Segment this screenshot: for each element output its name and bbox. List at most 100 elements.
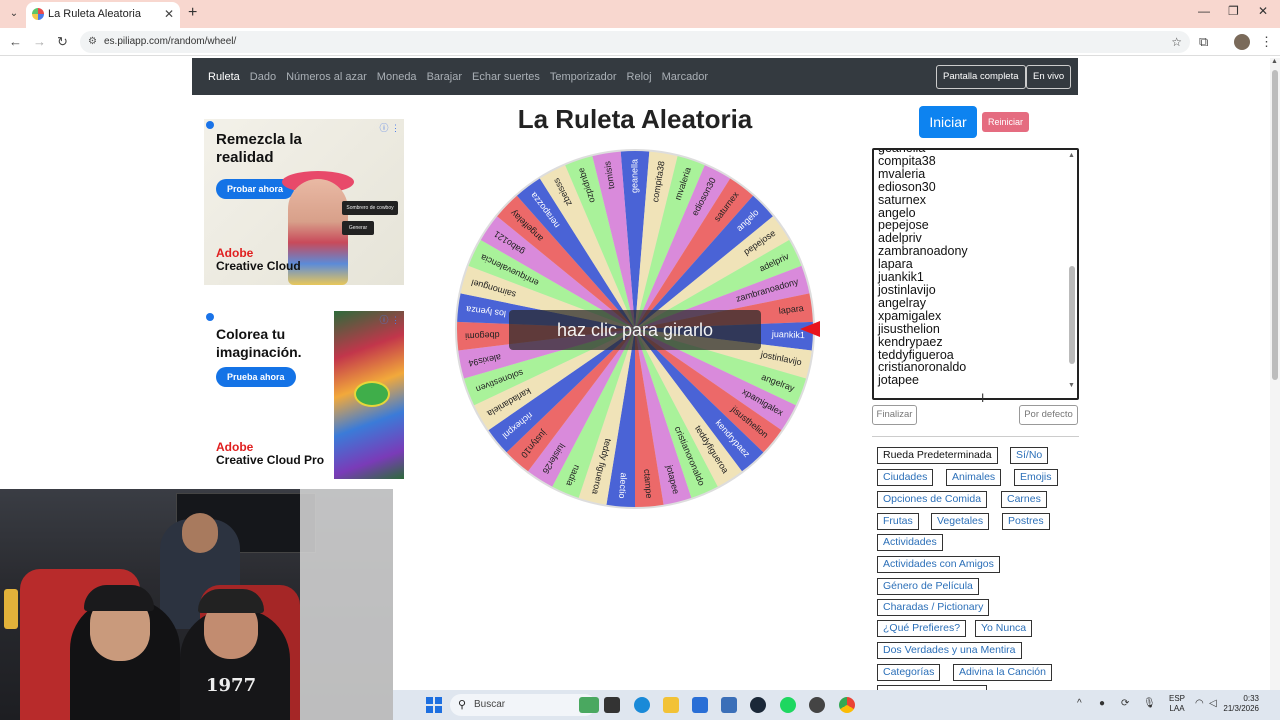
nav-echar-suertes[interactable]: Echar suertes [472,71,540,83]
task-view-icon[interactable] [604,697,620,713]
preset-guess-song[interactable]: Adivina la Canción [953,664,1052,681]
widget-icon[interactable] [579,697,599,713]
file-explorer-icon[interactable] [663,697,679,713]
wheel-pointer-icon [800,321,820,337]
restore-icon[interactable]: ❐ [1228,4,1239,18]
back-icon[interactable]: ← [9,34,22,49]
preset-never-have-i[interactable]: Yo Nunca [975,620,1033,637]
windows-start-icon[interactable] [426,697,442,713]
browser-tab[interactable]: La Ruleta Aleatoria ✕ [26,2,180,28]
ad-headline: Colorea tu imaginación. [216,326,302,360]
bookmark-star-icon[interactable]: ☆ [1171,31,1182,53]
name-entry: jisusthelion [878,321,940,336]
chrome-icon[interactable] [839,697,855,713]
name-entry: angelray [878,295,926,310]
preset-would-you-rather[interactable]: ¿Qué Prefieres? [877,620,967,637]
background-wall [300,489,393,720]
site-info-icon[interactable]: ⚙ [88,31,97,53]
preset-activities-friends[interactable]: Actividades con Amigos [877,556,1000,573]
preset-activities[interactable]: Actividades [877,534,943,551]
outlook-icon[interactable] [721,697,737,713]
url-input[interactable]: ⚙ es.piliapp.com/random/wheel/ ☆ [80,31,1190,53]
obs-icon[interactable] [809,697,825,713]
names-list: geanella compita38 mvaleria edioson30 saturn… [878,150,968,387]
preset-desserts[interactable]: Postres [1002,513,1050,530]
live-button[interactable]: En vivo [1026,65,1072,89]
name-entry: edioson30 [878,179,936,194]
nav-barajar[interactable]: Barajar [427,71,462,83]
name-entry: saturnex [878,192,926,207]
new-tab-icon[interactable]: + [188,4,197,22]
adchoices-icon[interactable]: ⓘ ⋮ [379,313,400,326]
preset-vegetables[interactable]: Vegetales [931,513,990,530]
nav-temporizador[interactable]: Temporizador [550,71,617,83]
nav-reloj[interactable]: Reloj [627,71,652,83]
nav-dado[interactable]: Dado [250,71,276,83]
minimize-icon[interactable]: — [1198,4,1210,18]
preset-food[interactable]: Opciones de Comida [877,491,988,508]
forward-icon[interactable]: → [33,34,46,49]
ad-logo-icon [206,121,214,129]
preset-yes-no[interactable]: Sí/No [1010,447,1049,464]
finish-button[interactable]: Finalizar [872,405,917,425]
tab-title: La Ruleta Aleatoria [48,8,141,20]
steam-icon[interactable] [750,697,766,713]
preset-charades[interactable]: Charadas / Pictionary [877,599,990,616]
start-button[interactable]: Iniciar [919,106,977,138]
nav-ruleta[interactable]: Ruleta [208,71,240,83]
preset-categories[interactable]: Categorías [877,664,941,681]
adchoices-icon[interactable]: ⓘ ⋮ [379,121,400,134]
preset-cities[interactable]: Ciudades [877,469,934,486]
close-tab-icon[interactable]: ✕ [164,2,174,26]
url-text: es.piliapp.com/random/wheel/ [104,36,237,47]
spotify-icon[interactable] [780,697,796,713]
tab-search-icon[interactable]: ⌄ [6,6,22,22]
person-right: 1977 [180,589,290,720]
textarea-scrollbar[interactable]: ▲ ▼ [1068,152,1075,392]
preset-two-truths[interactable]: Dos Verdades y una Mentira [877,642,1022,659]
person-left [70,585,180,720]
spin-hint[interactable]: haz clic para girarlo [509,310,761,350]
preset-movie-genre[interactable]: Género de Película [877,578,979,595]
fullscreen-button[interactable]: Pantalla completa [936,65,1026,89]
ad-image-frog [354,381,390,407]
ad-cta-button[interactable]: Prueba ahora [216,367,296,387]
language-indicator[interactable]: ESP LAA [1169,694,1185,714]
profile-avatar[interactable] [1234,34,1250,50]
preset-fruits[interactable]: Frutas [877,513,919,530]
preset-default-wheel[interactable]: Rueda Predeterminada [877,447,998,464]
name-entry: xpamigalex [878,308,942,323]
tray-app-icon[interactable]: ● [1099,698,1105,709]
ad-headline: Remezcla la realidad [216,131,302,166]
ad-brand: Adobe Creative Cloud Pro [216,440,325,467]
menu-dots-icon[interactable]: ⋮ [1260,34,1273,50]
taskbar-clock[interactable]: 0:33 21/3/2026 [1219,694,1259,714]
reset-button[interactable]: Reiniciar [982,112,1029,132]
text-cursor-icon: I [981,391,985,405]
page-scrollbar[interactable]: ▲ [1270,58,1280,690]
tray-chevron-icon[interactable]: ^ [1077,698,1082,709]
reload-icon[interactable]: ↻ [57,34,68,50]
tray-sync-icon[interactable]: ⟳ [1121,698,1129,709]
nav-marcador[interactable]: Marcador [662,71,708,83]
volume-icon[interactable]: ◁ [1209,698,1217,709]
edge-icon[interactable] [634,697,650,713]
names-textarea[interactable]: geanella compita38 mvaleria edioson30 saturn… [872,148,1079,400]
ad-banner-1[interactable]: ⓘ ⋮ Remezcla la realidad Probar ahora So… [204,119,404,285]
preset-animals[interactable]: Animales [946,469,1002,486]
name-entry: compita38 [878,153,936,168]
nav-numeros[interactable]: Números al azar [286,71,367,83]
default-button[interactable]: Por defecto [1019,405,1078,425]
window-close-icon[interactable]: ✕ [1258,4,1268,18]
nav-moneda[interactable]: Moneda [377,71,417,83]
preset-meats[interactable]: Carnes [1001,491,1047,508]
wifi-icon[interactable]: ◠ [1195,698,1204,709]
taskbar-search-input[interactable]: ⚲ Buscar [450,694,596,716]
microphone-icon[interactable]: 🎙 [1143,698,1156,709]
extensions-icon[interactable]: ⧉ [1199,34,1208,50]
wheel-segment-label: geanella [629,159,639,193]
store-icon[interactable] [692,697,708,713]
preset-emojis[interactable]: Emojis [1014,469,1058,486]
ad-banner-2[interactable]: ⓘ ⋮ Colorea tu imaginación. Prueba ahora… [204,311,404,479]
webcam-overlay: 1977 [0,489,393,720]
